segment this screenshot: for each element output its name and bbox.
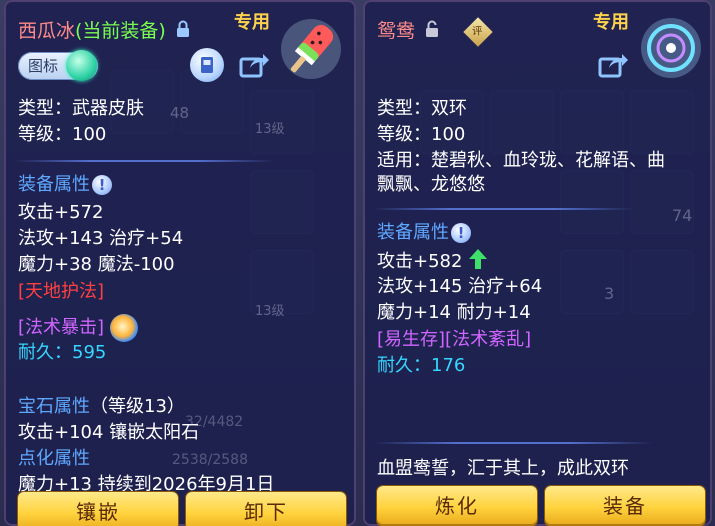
inlay-button[interactable]: 镶嵌 [18,492,178,526]
appearance-icon[interactable] [190,48,224,82]
attr-line-2: 法攻+143 治疗+54 [18,228,184,249]
attr-line-3: 魔力+38 魔法-100 [18,254,175,275]
unlock-icon[interactable] [425,20,441,43]
durability-value: 595 [72,342,107,363]
item-description: 血盟鸯誓，汇于其上，成此双环 [377,458,629,479]
refine-button[interactable]: 炼化 [377,486,537,526]
lock-icon[interactable] [176,20,190,43]
bg-text: 2538/2588 [172,452,248,468]
special-skill: [法术暴击] [18,314,138,342]
equip-attr-header-text: 装备属性 [377,222,449,243]
remove-button[interactable]: 卸下 [186,492,346,526]
equip-attr-header: 装备属性! [377,222,471,244]
double-ring-weapon-icon [639,14,703,82]
special-skill-text: [法术暴击] [18,317,105,338]
attr-line-3: 魔力+14 耐力+14 [377,302,531,323]
item-title: 鸳鸯 评 [377,16,493,47]
equip-attr-header: 装备属性! [18,174,112,196]
durability: 耐久：176 [377,355,465,377]
bg-text: 32/4482 [185,414,244,430]
info-icon[interactable]: ! [451,223,471,243]
bg-text: 13级 [255,122,285,137]
applies-line-2: 飘飘、龙悠悠 [377,174,485,195]
special-effects: [易生存][法术紊乱] [377,329,532,350]
equip-attr-header-text: 装备属性 [18,174,90,195]
durability-label: 耐久： [18,342,72,363]
attack-value: 攻击+582 [377,251,463,272]
equip-button[interactable]: 装备 [545,486,705,526]
special-effect: [天地护法] [18,281,105,302]
item-name: 鸳鸯 [377,20,416,42]
attr-line-1: 攻击+582 [377,248,488,276]
type-line: 类型：武器皮肤 [18,98,144,119]
attr-line-2: 法攻+145 治疗+64 [377,276,543,297]
bg-text: 13级 [255,304,285,319]
applies-line-1: 适用：楚碧秋、血玲珑、花解语、曲 [377,150,665,171]
skill-swirl-icon[interactable] [109,314,138,342]
divider [373,208,633,210]
divider [373,442,653,444]
share-icon[interactable] [236,48,270,82]
watermelon-popsicle-icon [280,14,342,84]
gem-level: （等级13） [90,396,185,417]
share-icon[interactable] [595,48,629,82]
level-line: 等级：100 [18,124,107,145]
up-arrow-icon [468,248,488,276]
gem-line: 攻击+104 镶嵌太阳石 [18,422,200,443]
info-icon[interactable]: ! [92,175,112,195]
type-line: 类型：双环 [377,98,467,119]
icon-toggle-label: 图标 [28,57,59,75]
bg-text: 48 [170,104,190,122]
current-equipment-tooltip: 西瓜冰(当前装备) 专用 图标 类型：武器皮肤 等级：100 装备属性 ! 攻击… [4,0,356,526]
level-line: 等级：100 [377,124,466,145]
rating-badge[interactable]: 评 [463,16,493,47]
compare-equipment-tooltip: 鸳鸯 评 专用 类型：双环 等级：100 适用：楚碧秋、血玲珑、花解语、曲 飘飘… [363,0,712,526]
icon-toggle[interactable]: 图标 [18,50,98,81]
durability-label: 耐久： [377,355,431,376]
durability-value: 176 [431,355,466,376]
gem-attr-header: 宝石属性（等级13） [18,396,185,418]
current-equipped-label: (当前装备) [75,20,166,42]
item-name: 西瓜冰 [18,20,76,42]
bg-text: 3 [604,284,615,303]
divider [14,160,274,162]
rating-badge-text: 评 [472,25,483,38]
gem-header-text: 宝石属性 [18,396,90,417]
exclusive-label: 专用 [234,12,270,33]
refine-attr-header: 点化属性 [18,448,90,469]
attr-line-1: 攻击+572 [18,202,104,223]
exclusive-label: 专用 [593,12,629,33]
toggle-knob [66,50,97,81]
durability: 耐久：595 [18,342,106,364]
bg-text: 74 [672,206,693,225]
item-title: 西瓜冰(当前装备) [18,16,190,43]
